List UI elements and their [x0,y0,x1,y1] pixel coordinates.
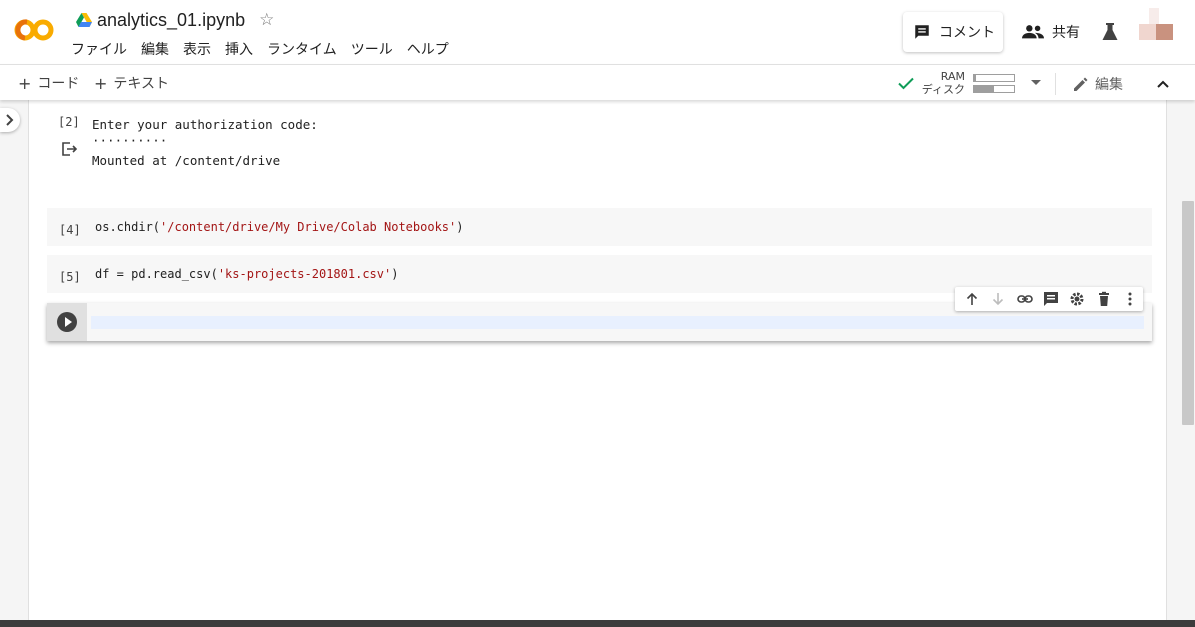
menu-view[interactable]: 表示 [176,40,218,60]
comment-button[interactable]: コメント [903,12,1003,52]
edit-label: 編集 [1095,77,1123,93]
google-drive-icon[interactable] [76,13,92,27]
exec-count: [5] [59,270,81,284]
menu-insert[interactable]: 挿入 [218,40,260,60]
cell-toolbar [955,287,1143,311]
code-editor[interactable] [91,316,1144,329]
comment-icon[interactable] [1038,287,1064,311]
menu-file[interactable]: ファイル [64,40,134,60]
people-icon [1022,25,1044,39]
trash-icon[interactable] [1090,287,1116,311]
title-row: analytics_01.ipynb ☆ [76,8,274,32]
share-label: 共有 [1052,25,1080,41]
resource-indicator[interactable]: RAM ディスク [897,69,1047,97]
edit-button[interactable]: 編集 [1073,74,1123,94]
code-cell[interactable]: [4] os.chdir('/content/drive/My Drive/Co… [47,208,1152,246]
disk-label: ディスク [921,83,965,96]
bottom-bar [0,620,1195,627]
code-text: ) [456,220,464,234]
plus-icon: + [18,73,32,93]
menu-runtime[interactable]: ランタイム [260,40,344,60]
exec-count: [4] [59,223,81,237]
code-line[interactable]: os.chdir('/content/drive/My Drive/Colab … [95,220,463,234]
more-vert-icon[interactable] [1117,287,1143,311]
avatar[interactable] [1139,8,1173,42]
app-header: analytics_01.ipynb ☆ ファイル 編集 表示 挿入 ランタイム… [0,0,1195,64]
plus-icon: + [94,73,108,93]
menu-help[interactable]: ヘルプ [400,40,456,60]
comment-label: コメント [939,25,995,41]
left-gutter [0,100,29,620]
link-icon[interactable] [1012,287,1038,311]
run-cell-button[interactable] [57,312,77,332]
chevron-up-icon[interactable] [1154,75,1172,93]
add-code-label: コード [37,76,80,92]
comment-icon [915,25,929,39]
notebook-main: [2] Enter your authorization code: ·····… [0,100,1195,620]
code-line[interactable]: df = pd.read_csv('ks-projects-201801.csv… [95,267,398,281]
notebook-toolbar: + コード + テキスト RAM ディスク 編集 [0,64,1195,100]
output-line: Enter your authorization code: [92,117,318,132]
code-string: 'ks-projects-201801.csv' [217,267,392,281]
pencil-icon [1074,77,1088,91]
run-area [47,303,87,341]
resource-labels: RAM ディスク [919,70,965,96]
flask-icon[interactable] [1100,22,1120,42]
notebook-title[interactable]: analytics_01.ipynb [97,10,245,31]
ram-usage-fill [974,74,976,81]
menu-tools[interactable]: ツール [344,40,400,60]
code-text: df = pd.read_csv( [95,267,218,281]
disk-usage-bar [973,84,1015,93]
menu-edit[interactable]: 編集 [134,40,176,60]
menu-bar: ファイル 編集 表示 挿入 ランタイム ツール ヘルプ [64,40,456,60]
settings-icon[interactable] [1064,287,1090,311]
ram-usage-bar [973,73,1015,82]
exec-count: [2] [58,115,80,129]
scrollbar-thumb[interactable] [1182,201,1194,425]
arrow-down-icon[interactable] [985,287,1011,311]
code-text: ) [391,267,399,281]
share-button[interactable]: 共有 [1022,20,1080,44]
add-code-button[interactable]: + コード [18,73,79,93]
output-line: ·········· [92,133,168,148]
toolbar-divider [1055,73,1056,95]
disk-usage-fill [974,85,994,92]
arrow-up-icon[interactable] [959,287,985,311]
clear-output-icon[interactable] [60,140,78,158]
connect-dropdown-icon[interactable] [1031,80,1041,85]
star-icon[interactable]: ☆ [259,11,274,29]
output-line: Mounted at /content/drive [92,153,281,168]
chevron-right-icon [6,114,14,126]
code-text: os.chdir( [95,220,161,234]
colab-logo-icon[interactable] [14,16,56,44]
code-string: '/content/drive/My Drive/Colab Notebooks… [160,220,457,234]
add-text-button[interactable]: + テキスト [94,73,169,93]
resource-bars [973,71,1015,96]
add-text-label: テキスト [113,76,169,92]
ram-label: RAM [940,70,965,83]
check-icon [898,77,914,90]
